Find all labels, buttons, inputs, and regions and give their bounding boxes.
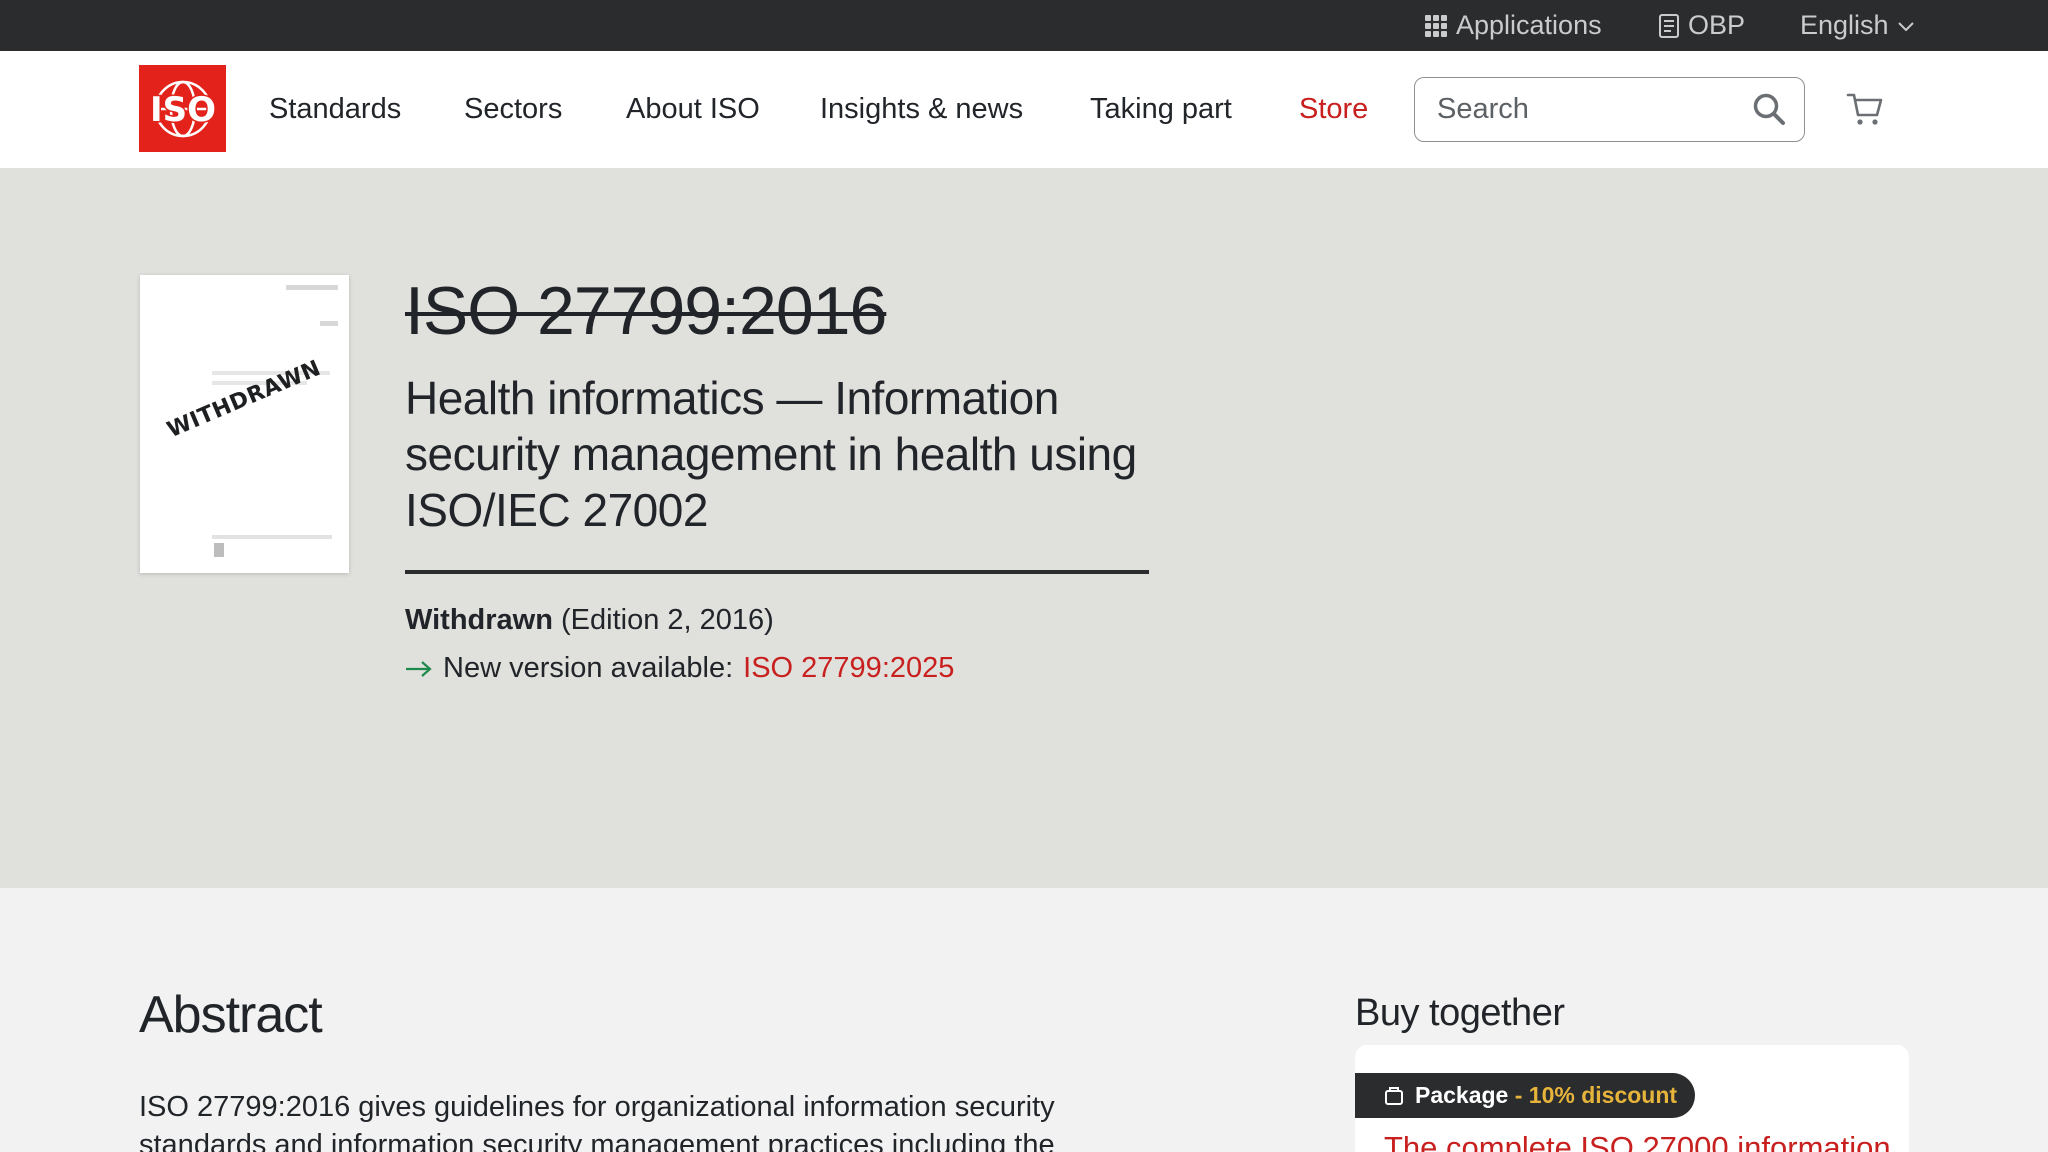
applications-link[interactable]: Applications bbox=[1424, 0, 1602, 51]
nav-standards[interactable]: Standards bbox=[269, 51, 401, 168]
package-title-link[interactable]: The complete ISO 27000 information bbox=[1384, 1130, 1891, 1152]
standard-id: ISO 27799:2016 bbox=[405, 273, 887, 349]
main-navbar: ISO Standards Sectors About ISO Insights… bbox=[0, 51, 2048, 168]
cover-mark bbox=[214, 543, 224, 557]
cover-line bbox=[286, 285, 338, 290]
arrow-right-icon bbox=[406, 660, 432, 677]
abstract-text: ISO 27799:2016 gives guidelines for orga… bbox=[139, 1091, 1055, 1152]
cart-icon[interactable] bbox=[1846, 90, 1884, 128]
nav-store[interactable]: Store bbox=[1299, 51, 1368, 168]
nav-insights-news[interactable]: Insights & news bbox=[820, 51, 1023, 168]
iso-globe-logo-icon: ISO bbox=[148, 80, 217, 137]
logo-text: ISO bbox=[149, 90, 215, 130]
package-label: Package - 10% discount bbox=[1415, 1082, 1678, 1108]
nav-about-iso[interactable]: About ISO bbox=[626, 51, 760, 168]
cover-line bbox=[212, 535, 332, 539]
status-label: Withdrawn bbox=[405, 604, 553, 636]
applications-label: Applications bbox=[1456, 10, 1602, 40]
document-icon bbox=[1659, 13, 1679, 38]
standard-title: Health informatics — Information securit… bbox=[405, 372, 1137, 536]
search-box bbox=[1414, 77, 1805, 142]
new-version-label: New version available: bbox=[443, 652, 734, 684]
cover-line bbox=[320, 321, 338, 326]
new-version-line: New version available: ISO 27799:2025 bbox=[405, 652, 954, 685]
package-badge: Package - 10% discount bbox=[1355, 1073, 1695, 1118]
standard-cover-thumbnail: WITHDRAWN bbox=[140, 275, 349, 573]
language-label: English bbox=[1800, 10, 1889, 40]
nav-taking-part[interactable]: Taking part bbox=[1090, 51, 1232, 168]
obp-label: OBP bbox=[1688, 10, 1746, 40]
buy-together-heading: Buy together bbox=[1355, 992, 1565, 1034]
search-input[interactable] bbox=[1437, 78, 1737, 140]
grid-icon bbox=[1425, 14, 1447, 37]
obp-link[interactable]: OBP bbox=[1658, 0, 1745, 51]
edition-label: (Edition 2, 2016) bbox=[561, 604, 774, 636]
hero-wave-divider bbox=[0, 800, 2048, 885]
iso-logo[interactable]: ISO bbox=[139, 65, 226, 152]
package-box-icon bbox=[1385, 1086, 1403, 1105]
abstract-heading: Abstract bbox=[139, 986, 323, 1044]
language-selector[interactable]: English bbox=[1800, 0, 1915, 51]
title-divider bbox=[405, 570, 1149, 574]
status-line: Withdrawn (Edition 2, 2016) bbox=[405, 604, 774, 637]
nav-sectors[interactable]: Sectors bbox=[464, 51, 562, 168]
new-version-link[interactable]: ISO 27799:2025 bbox=[743, 652, 954, 685]
chevron-down-icon bbox=[1897, 21, 1914, 31]
utility-bar: Applications OBP English bbox=[0, 0, 2048, 51]
withdrawn-stamp: WITHDRAWN bbox=[163, 355, 325, 444]
discount-label: - 10% discount bbox=[1508, 1082, 1678, 1108]
search-icon[interactable] bbox=[1752, 92, 1786, 126]
